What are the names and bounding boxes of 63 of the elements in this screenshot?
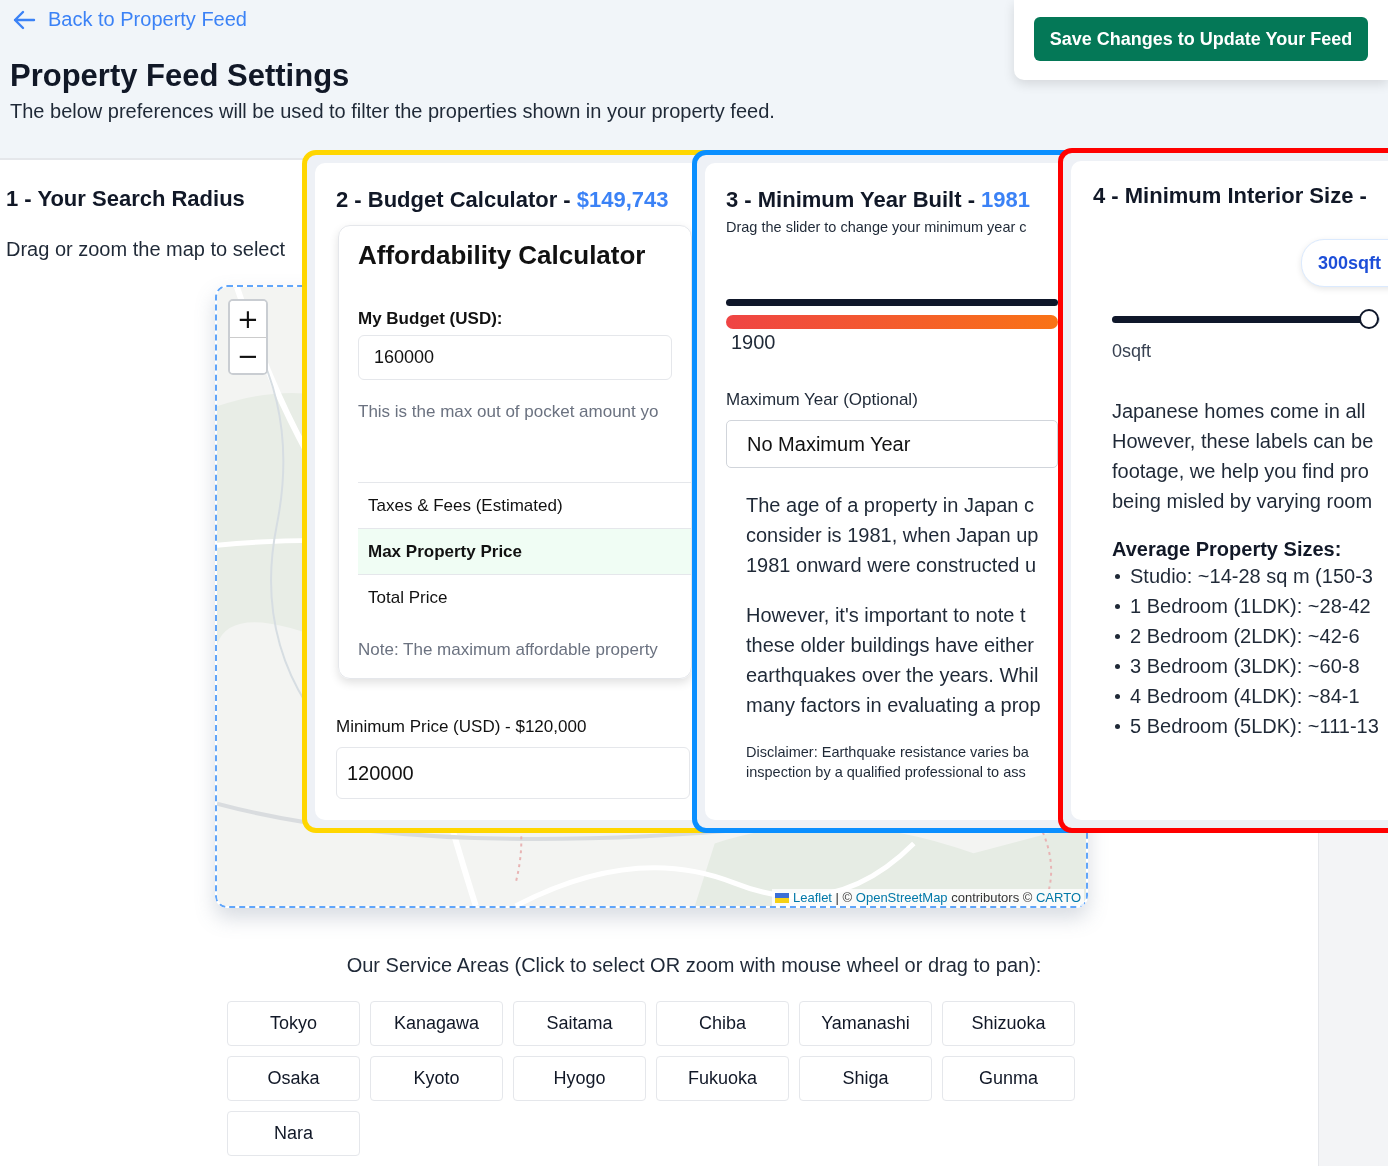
panel-title: 2 - Budget Calculator - $149,743 — [336, 187, 670, 213]
bullet-icon — [1115, 633, 1120, 639]
area-button[interactable]: Kyoto — [370, 1056, 503, 1101]
field-label: Maximum Year (Optional) — [726, 390, 919, 410]
info-paragraph: Japanese homes come in all However, these labels can be footage, we help you find pro being misled by varying room — [1112, 399, 1375, 514]
area-button[interactable]: Tokyo — [227, 1001, 360, 1046]
page-subtitle: The below preferences will be used to filter the properties shown in your property feed. — [10, 99, 776, 123]
calculator-title: Affordability Calculator — [358, 240, 647, 271]
max-year-select[interactable]: No Maximum Year — [726, 420, 1058, 468]
sizes-heading: Average Property Sizes: — [1112, 538, 1343, 561]
area-button[interactable]: Osaka — [227, 1056, 360, 1101]
panel-title: 3 - Minimum Year Built - 1981 — [726, 187, 1032, 213]
hint-text: Drag the slider to change your minimum year c — [726, 219, 1028, 235]
bullet-icon — [1115, 693, 1120, 699]
flag-icon — [774, 892, 789, 903]
bullet-icon — [1115, 723, 1120, 729]
size-item: 3 Bedroom (3LDK): ~60-8 — [1130, 654, 1360, 678]
size-item: 2 Bedroom (2LDK): ~42-6 — [1130, 624, 1360, 648]
area-button[interactable]: Shizuoka — [942, 1001, 1075, 1046]
size-item: 4 Bedroom (4LDK): ~84-1 — [1130, 684, 1360, 708]
help-text: This is the max out of pocket amount yo — [358, 402, 660, 422]
info-paragraph: The age of a property in Japan c consider is 1981, when Japan up 1981 onward were constructed u — [746, 493, 1040, 578]
area-button[interactable]: Hyogo — [513, 1056, 646, 1101]
area-button[interactable]: Shiga — [799, 1056, 932, 1101]
attribution-link[interactable]: CARTO — [1035, 890, 1081, 905]
field-label: My Budget (USD): — [358, 309, 504, 329]
area-button[interactable]: Nara — [227, 1111, 360, 1156]
area-button[interactable]: Gunma — [942, 1056, 1075, 1101]
attribution-link[interactable]: Leaflet — [792, 890, 832, 905]
service-areas-heading: Our Service Areas (Click to select OR zoom with mouse wheel or drag to pan): — [345, 954, 1043, 977]
area-button[interactable]: Saitama — [513, 1001, 646, 1046]
area-button[interactable]: Kanagawa — [370, 1001, 503, 1046]
save-button[interactable]: Save Changes to Update Your Feed — [1034, 17, 1368, 61]
disclaimer-text: Disclaimer: Earthquake resistance varies ba inspection by a qualified professional to ass — [746, 743, 1030, 782]
min-price-input[interactable]: 120000 — [336, 747, 690, 799]
section-heading: 1 - Your Search Radius — [6, 186, 245, 212]
area-button[interactable]: Fukuoka — [656, 1056, 789, 1101]
calculator-row-text: Total Price — [367, 587, 449, 609]
page-title: Property Feed Settings — [10, 57, 351, 94]
slider-thumb[interactable] — [1359, 309, 1380, 329]
bullet-icon — [1115, 663, 1120, 669]
bullet-icon — [1115, 573, 1120, 579]
note-text: Note: The maximum affordable property — [358, 640, 659, 660]
budget-input[interactable]: 160000 — [358, 335, 672, 380]
panel-title: 4 - Minimum Interior Size - — [1093, 183, 1368, 209]
attribution-text: Leaflet | © OpenStreetMap contributors © CARTO — [792, 890, 1081, 905]
area-button[interactable]: Chiba — [656, 1001, 789, 1046]
area-button[interactable]: Yamanashi — [799, 1001, 932, 1046]
size-item: Studio: ~14-28 sq m (150-3 — [1130, 564, 1373, 588]
section-description: Drag or zoom the map to select — [6, 238, 285, 261]
bullet-icon — [1115, 603, 1120, 609]
range-start-label: 1900 — [731, 331, 777, 354]
field-label: Minimum Price (USD) - $120,000 — [336, 717, 588, 737]
calculator-row: Max Property Price — [358, 529, 691, 575]
size-item: 1 Bedroom (1LDK): ~28-42 — [1130, 594, 1371, 618]
back-arrow-icon — [12, 9, 36, 30]
zoom-out-button[interactable]: − — [230, 337, 266, 373]
attribution-link[interactable]: OpenStreetMap — [855, 890, 948, 905]
info-paragraph: However, it's important to note t these older buildings have either earthquakes over the years. Whil many factors in evaluating a prop — [746, 603, 1042, 718]
slider-track[interactable] — [726, 299, 1058, 306]
range-start-label: 0sqft — [1112, 341, 1153, 362]
size-item: 5 Bedroom (5LDK): ~111-13 — [1130, 714, 1379, 738]
value-bubble: 300sqft — [1301, 239, 1388, 287]
